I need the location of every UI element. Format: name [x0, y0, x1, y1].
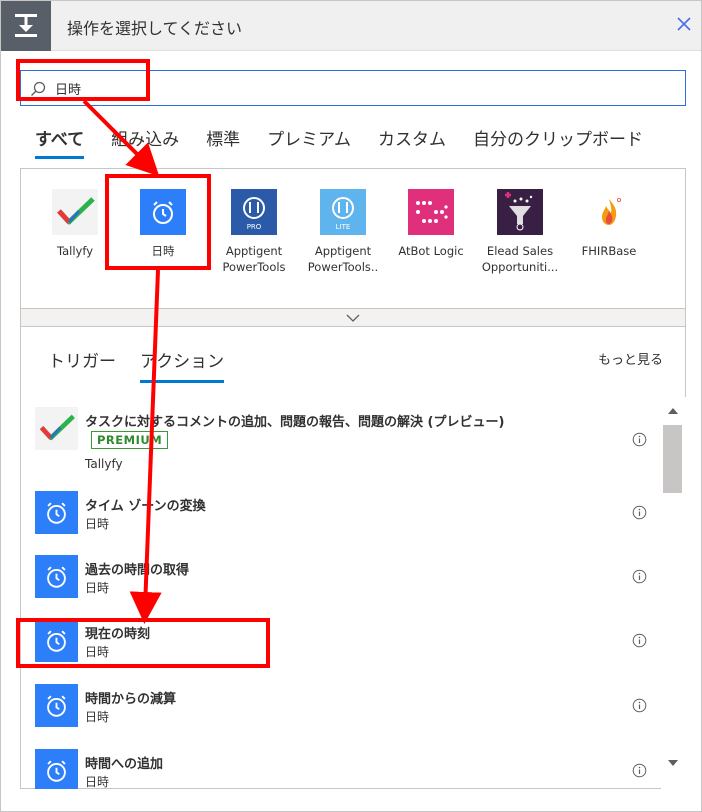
- alarm-clock-icon: [35, 491, 78, 534]
- scroll-up-arrow-icon[interactable]: [668, 407, 678, 415]
- list-item[interactable]: 現在の時刻 日時: [35, 619, 655, 665]
- svg-text:LITE: LITE: [336, 223, 351, 231]
- tab-builtin[interactable]: 組み込み: [111, 125, 179, 159]
- close-icon[interactable]: [673, 13, 695, 35]
- list-item[interactable]: 時間への追加 日時: [35, 749, 655, 789]
- connector-atbot-logic[interactable]: AtBot Logic: [386, 189, 476, 259]
- tab-standard[interactable]: 標準: [206, 125, 240, 159]
- apptigent-pro-icon: PRO: [231, 189, 277, 235]
- dialog-title: 操作を選択してください: [67, 19, 243, 38]
- info-icon[interactable]: [632, 569, 647, 584]
- connector-label: Tallyfy: [56, 244, 94, 258]
- atbot-logic-icon: [408, 189, 454, 235]
- info-icon[interactable]: [632, 432, 647, 447]
- list-item[interactable]: 時間からの減算 日時: [35, 684, 655, 730]
- action-connector: 日時: [85, 775, 110, 789]
- connector-label: 日時: [151, 244, 175, 258]
- action-connector: Tallyfy: [85, 457, 123, 471]
- chevron-down-icon: [346, 314, 360, 322]
- connector-label: AtBot Logic: [398, 244, 464, 258]
- action-title: 時間への追加: [85, 757, 164, 772]
- list-item[interactable]: 過去の時間の取得 日時: [35, 555, 655, 601]
- tab-triggers[interactable]: トリガー: [48, 347, 116, 372]
- connector-elead-sales[interactable]: Elead Sales Opportuniti...: [475, 189, 565, 275]
- action-connector: 日時: [85, 581, 110, 595]
- action-picker-dialog: 操作を選択してください すべて 組み込み 標準 プレミアム カスタム 自分のクリ…: [0, 0, 702, 812]
- action-list-scrollbar[interactable]: [661, 397, 686, 789]
- connector-panel: Tallyfy 日時 PRO Apptigent PowerTools LITE…: [20, 168, 686, 308]
- connector-label: Elead Sales Opportuniti...: [481, 244, 559, 274]
- tallyfy-check-icon: [35, 407, 78, 450]
- tab-all[interactable]: すべて: [35, 125, 85, 159]
- action-title: 現在の時刻: [85, 627, 151, 642]
- connector-apptigent-lite[interactable]: LITE Apptigent PowerTools..: [298, 189, 388, 275]
- premium-badge: PREMIUM: [91, 431, 169, 449]
- alarm-clock-icon: [140, 189, 186, 235]
- connector-apptigent-pro[interactable]: PRO Apptigent PowerTools: [209, 189, 299, 275]
- alarm-clock-icon: [35, 684, 78, 727]
- dialog-header: 操作を選択してください: [1, 1, 701, 51]
- operations-panel: トリガー アクション もっと見る タスクに対するコメントの追加、問題の報告、問題…: [20, 327, 686, 789]
- fhirbase-flame-icon: [586, 189, 632, 235]
- action-title: 時間からの減算: [85, 692, 177, 707]
- tab-actions[interactable]: アクション: [140, 347, 225, 383]
- search-icon: [31, 81, 46, 96]
- svg-text:PRO: PRO: [247, 223, 262, 231]
- action-title: タイム ゾーンの変換: [85, 499, 206, 514]
- expand-connectors-button[interactable]: [20, 308, 686, 327]
- elead-funnel-icon: [497, 189, 543, 235]
- apptigent-lite-icon: LITE: [320, 189, 366, 235]
- category-tabs: すべて 組み込み 標準 プレミアム カスタム 自分のクリップボード: [35, 125, 670, 159]
- action-connector: 日時: [85, 517, 110, 531]
- see-more-link[interactable]: もっと見る: [598, 349, 663, 368]
- info-icon[interactable]: [632, 698, 647, 713]
- tallyfy-check-icon: [52, 189, 98, 235]
- alarm-clock-icon: [35, 619, 78, 662]
- close-button[interactable]: [673, 13, 695, 35]
- scroll-down-arrow-icon[interactable]: [668, 759, 678, 767]
- connector-tallyfy[interactable]: Tallyfy: [30, 189, 120, 259]
- scrollbar-thumb[interactable]: [663, 425, 682, 493]
- search-box[interactable]: [20, 70, 686, 106]
- connector-datetime[interactable]: 日時: [118, 189, 208, 259]
- operation-icon: [1, 1, 51, 51]
- tab-premium[interactable]: プレミアム: [267, 125, 351, 159]
- tab-custom[interactable]: カスタム: [378, 125, 446, 159]
- alarm-clock-icon: [35, 555, 78, 598]
- search-input[interactable]: [55, 77, 655, 99]
- info-icon[interactable]: [632, 633, 647, 648]
- action-title: 過去の時間の取得: [85, 563, 190, 578]
- action-connector: 日時: [85, 645, 110, 659]
- connector-label: Apptigent PowerTools: [222, 244, 286, 274]
- info-icon[interactable]: [632, 763, 647, 778]
- info-icon[interactable]: [632, 505, 647, 520]
- alarm-clock-icon: [35, 749, 78, 789]
- connector-fhirbase[interactable]: FHIRBase: [564, 189, 654, 259]
- connector-label: FHIRBase: [581, 244, 637, 258]
- list-item[interactable]: タスクに対するコメントの追加、問題の報告、問題の解決 (プレビュー) PREMI…: [35, 407, 655, 477]
- action-connector: 日時: [85, 710, 110, 724]
- action-title: タスクに対するコメントの追加、問題の報告、問題の解決 (プレビュー): [85, 415, 505, 430]
- action-list: タスクに対するコメントの追加、問題の報告、問題の解決 (プレビュー) PREMI…: [21, 397, 661, 789]
- connector-label: Apptigent PowerTools..: [307, 244, 379, 274]
- list-item[interactable]: タイム ゾーンの変換 日時: [35, 491, 655, 537]
- tab-my-clipboard[interactable]: 自分のクリップボード: [473, 125, 643, 159]
